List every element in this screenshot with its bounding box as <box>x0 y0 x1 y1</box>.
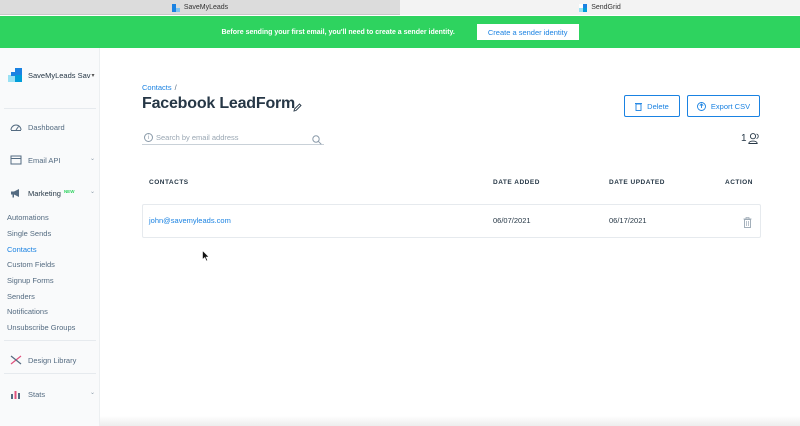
column-header-date-updated[interactable]: DATE UPDATED <box>609 179 665 186</box>
sidebar-item-signup-forms[interactable]: Signup Forms <box>7 276 54 285</box>
breadcrumb: Contacts / <box>142 83 177 92</box>
browser-tab-label: SendGrid <box>591 4 621 11</box>
info-icon[interactable]: i <box>144 133 153 142</box>
sidebar-item-contacts[interactable]: Contacts <box>7 245 37 254</box>
sidebar-item-marketing[interactable]: Marketing NEW <box>10 188 74 198</box>
sidebar-item-label: Dashboard <box>28 122 65 132</box>
table-row[interactable] <box>142 204 761 238</box>
column-header-date-added[interactable]: DATE ADDED <box>493 179 540 186</box>
sender-identity-banner: Before sending your first email, you'll … <box>0 16 800 48</box>
sidebar-item-label: Design Library <box>28 355 77 365</box>
contact-email-link[interactable]: john@savemyleads.com <box>149 216 231 225</box>
sidebar-divider <box>4 108 96 109</box>
sendgrid-favicon-icon <box>579 3 588 12</box>
savemyleads-favicon-icon <box>171 3 180 12</box>
export-label: Export CSV <box>710 101 751 111</box>
chevron-down-icon: ▾ <box>91 72 95 79</box>
sidebar-divider <box>4 373 96 374</box>
delete-label: Delete <box>647 101 669 111</box>
contact-count-value: 1 <box>741 133 747 144</box>
search-input[interactable] <box>156 133 306 142</box>
sidebar-item-unsubscribe-groups[interactable]: Unsubscribe Groups <box>7 323 75 332</box>
browser-tab-bar: SaveMyLeads SendGrid <box>0 0 800 15</box>
delete-list-button[interactable]: Delete <box>624 95 680 117</box>
account-name: SaveMyLeads Sav <box>28 70 91 80</box>
column-header-contacts[interactable]: CONTACTS <box>149 179 189 186</box>
trash-icon <box>635 102 643 111</box>
trash-icon[interactable] <box>743 215 752 233</box>
new-badge: NEW <box>63 188 75 194</box>
banner-message: Before sending your first email, you'll … <box>221 28 455 36</box>
create-sender-identity-button[interactable]: Create a sender identity <box>476 24 579 40</box>
browser-tab-label: SaveMyLeads <box>183 4 229 11</box>
export-csv-button[interactable]: Export CSV <box>687 95 760 117</box>
mouse-cursor-icon <box>202 249 210 267</box>
bottom-shadow <box>100 416 800 426</box>
bar-chart-icon <box>10 389 22 399</box>
browser-tab-sendgrid[interactable]: SendGrid <box>400 0 800 15</box>
sidebar-item-email-api[interactable]: Email API <box>10 155 61 165</box>
dashboard-gauge-icon <box>10 122 22 132</box>
sidebar-item-automations[interactable]: Automations <box>7 213 49 222</box>
sidebar-item-dashboard[interactable]: Dashboard <box>10 122 65 132</box>
browser-tab-savemyleads[interactable]: SaveMyLeads <box>0 0 400 15</box>
breadcrumb-contacts-link[interactable]: Contacts <box>142 83 172 92</box>
sidebar-item-stats[interactable]: Stats <box>10 389 45 399</box>
chevron-down-icon[interactable]: ⌄ <box>90 188 95 195</box>
sidebar-item-single-sends[interactable]: Single Sends <box>7 229 51 238</box>
sendgrid-logo-icon <box>8 68 22 82</box>
person-icon <box>747 133 760 144</box>
sidebar-item-label: Stats <box>28 389 46 399</box>
page-title: Facebook LeadForm <box>142 95 296 112</box>
date-added-cell: 06/07/2021 <box>493 216 531 225</box>
email-api-icon <box>10 155 22 165</box>
sidebar-item-custom-fields[interactable]: Custom Fields <box>7 260 55 269</box>
column-header-action: ACTION <box>725 179 753 186</box>
sidebar-item-design-library[interactable]: Design Library <box>10 355 76 365</box>
sidebar-item-label: Email API <box>28 155 61 165</box>
design-library-icon <box>10 355 22 365</box>
account-switcher[interactable]: SaveMyLeads Sav ▾ <box>8 68 95 82</box>
sidebar-divider <box>4 340 96 341</box>
sidebar-item-label: Marketing <box>28 188 61 198</box>
sidebar-item-senders[interactable]: Senders <box>7 292 35 301</box>
megaphone-icon <box>10 188 22 198</box>
export-icon <box>696 101 706 111</box>
chevron-down-icon[interactable]: ⌄ <box>90 389 95 396</box>
contact-count: 1 <box>741 133 760 144</box>
date-updated-cell: 06/17/2021 <box>609 216 647 225</box>
sidebar-item-notifications[interactable]: Notifications <box>7 307 48 316</box>
search-bar: i <box>142 131 324 145</box>
breadcrumb-separator: / <box>174 83 177 92</box>
chevron-down-icon[interactable]: ⌄ <box>90 155 95 162</box>
search-icon[interactable] <box>312 132 322 150</box>
pencil-edit-icon[interactable] <box>293 99 302 117</box>
